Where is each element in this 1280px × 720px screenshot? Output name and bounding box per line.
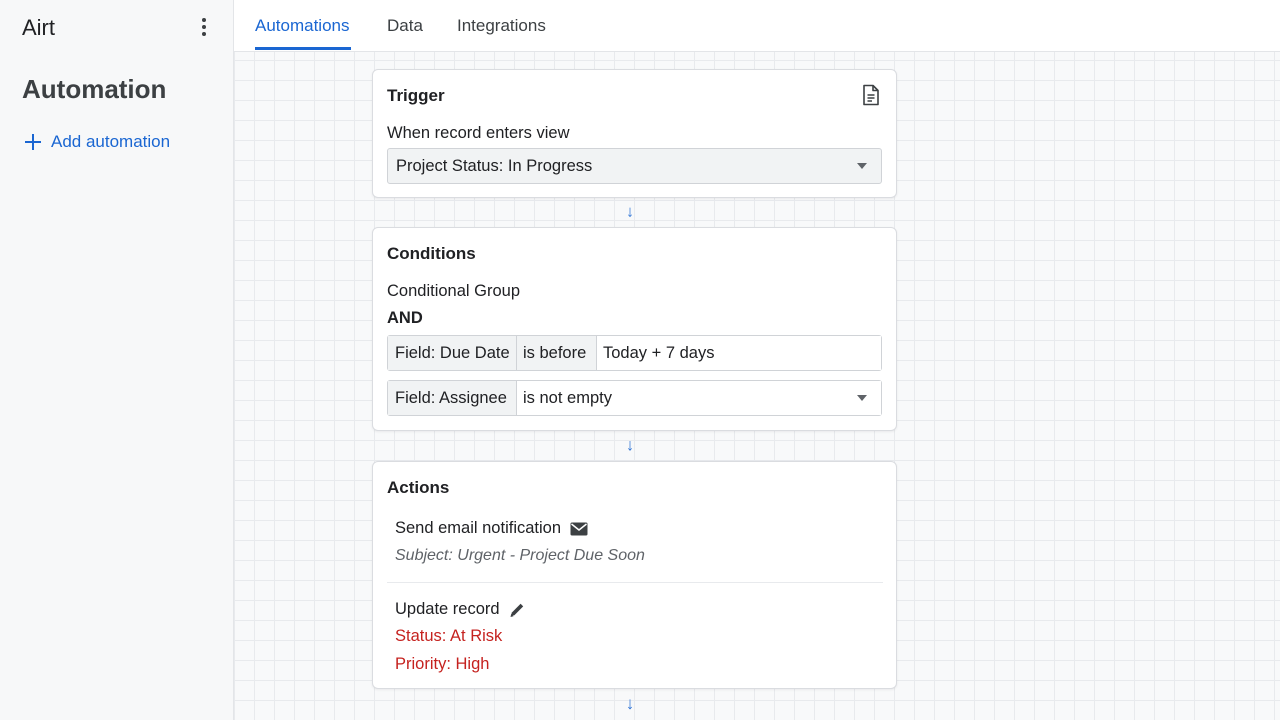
trigger-when-label: When record enters view	[387, 124, 570, 142]
conditions-card: Conditions Conditional Group AND Field: …	[372, 227, 897, 431]
pencil-icon	[510, 603, 523, 617]
condition-row: Field: Due Date is before Today + 7 days	[387, 335, 882, 371]
action-detail: Subject: Urgent - Project Due Soon	[395, 547, 645, 564]
chevron-down-icon	[857, 163, 867, 169]
tab-bar: Automations Data Integrations	[234, 0, 1280, 52]
condition-operator-select[interactable]: is not empty	[517, 381, 881, 415]
conditional-group-label: Conditional Group	[387, 282, 520, 300]
condition-field[interactable]: Field: Assignee	[388, 381, 517, 415]
trigger-view-select[interactable]: Project Status: In Progress	[387, 148, 882, 184]
condition-operator[interactable]: is before	[517, 336, 597, 370]
app-name: Airt	[22, 15, 55, 40]
sidebar: Airt Automation Add automation	[0, 0, 234, 720]
trigger-title: Trigger	[387, 86, 445, 105]
action-send-email[interactable]: Send email notification	[395, 519, 588, 538]
divider	[387, 582, 883, 583]
connector-arrow-icon	[628, 441, 632, 451]
action-name: Update record	[395, 600, 500, 618]
tab-data[interactable]: Data	[387, 16, 423, 36]
plus-icon	[25, 134, 41, 150]
condition-operator: is not empty	[523, 388, 612, 407]
sidebar-title: Automation	[22, 74, 167, 104]
condition-value[interactable]: Today + 7 days	[597, 336, 881, 370]
actions-card: Actions Send email notification Subject:…	[372, 461, 897, 689]
logic-operator[interactable]: AND	[387, 309, 423, 328]
condition-row: Field: Assignee is not empty	[387, 380, 882, 416]
actions-title: Actions	[387, 478, 450, 497]
canvas: Automations Data Integrations Trigger Wh…	[234, 0, 1280, 720]
condition-field[interactable]: Field: Due Date	[388, 336, 517, 370]
update-field-priority: Priority: High	[395, 655, 490, 673]
action-update-record[interactable]: Update record	[395, 600, 526, 619]
trigger-view-value: Project Status: In Progress	[396, 156, 593, 175]
envelope-icon	[570, 522, 588, 535]
more-options-icon[interactable]	[196, 16, 212, 38]
add-automation-label: Add automation	[51, 132, 171, 151]
trigger-card: Trigger When record enters view Project …	[372, 69, 897, 198]
connector-arrow-icon	[628, 699, 632, 710]
action-name: Send email notification	[395, 519, 562, 537]
add-automation-button[interactable]: Add automation	[22, 131, 170, 153]
active-tab-indicator	[255, 47, 351, 50]
tab-automations[interactable]: Automations	[255, 16, 350, 36]
chevron-down-icon	[857, 395, 867, 401]
update-field-status: Status: At Risk	[395, 627, 503, 645]
tab-integrations[interactable]: Integrations	[457, 16, 546, 36]
connector-arrow-icon	[628, 207, 632, 218]
conditions-title: Conditions	[387, 244, 476, 263]
document-icon[interactable]	[861, 84, 881, 106]
